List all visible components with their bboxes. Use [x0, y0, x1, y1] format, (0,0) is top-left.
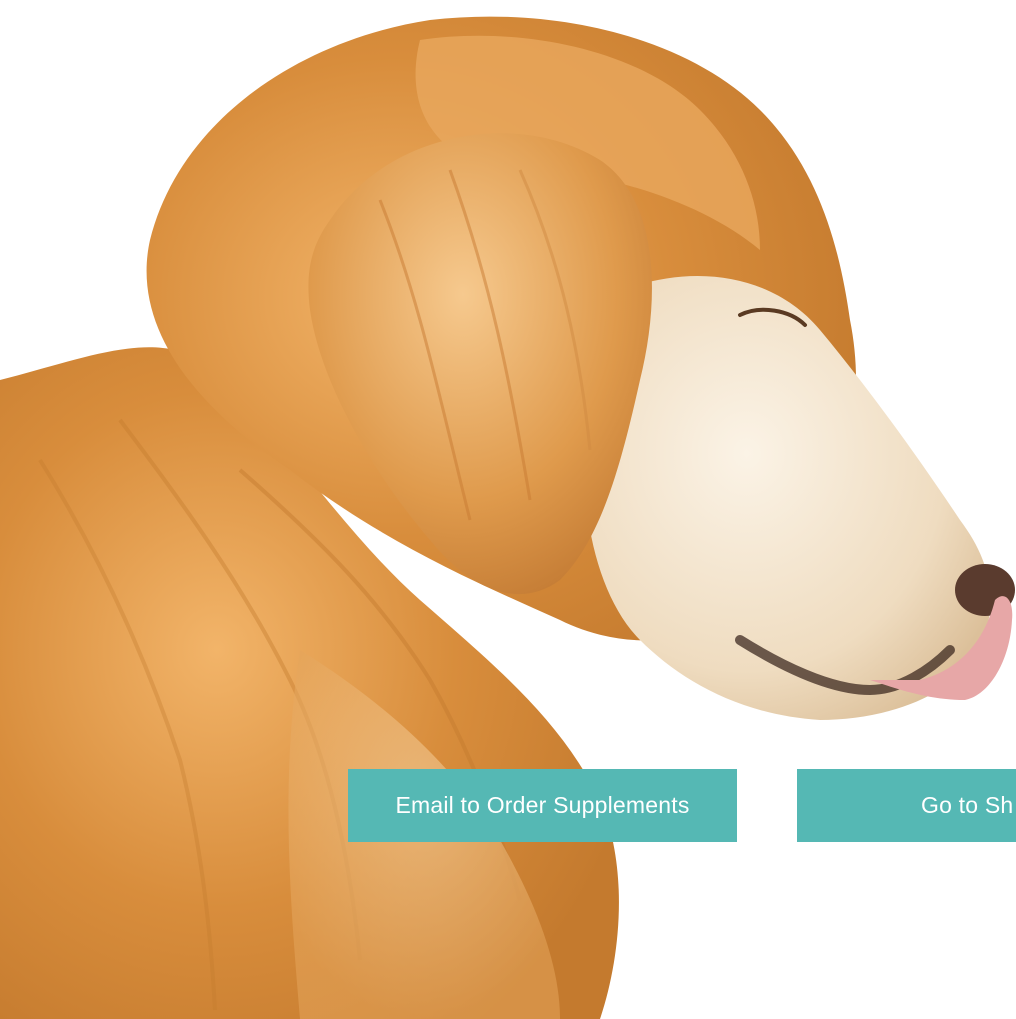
- email-to-order-label: Email to Order Supplements: [395, 792, 690, 818]
- email-to-order-button[interactable]: Email to Order Supplements: [348, 769, 737, 842]
- golden-retriever-photo: [0, 16, 1015, 1019]
- go-to-shop-label: Go to Sh: [921, 792, 1014, 818]
- hero-section: Email to Order Supplements Go to Sh: [0, 0, 1016, 1019]
- go-to-shop-button[interactable]: Go to Sh: [797, 769, 1016, 842]
